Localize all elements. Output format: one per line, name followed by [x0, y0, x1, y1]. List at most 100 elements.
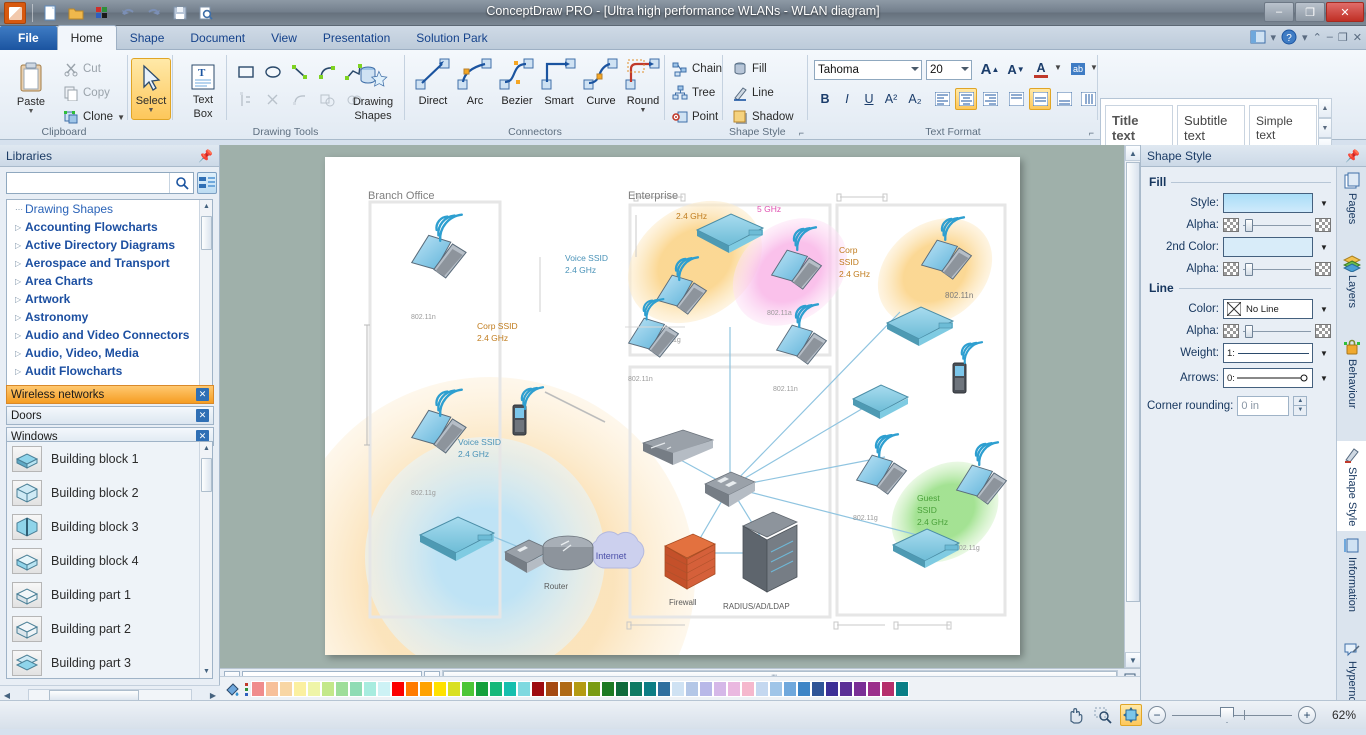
expand-icon[interactable]: ▷ — [15, 295, 25, 304]
print-preview-icon[interactable] — [195, 2, 217, 24]
list-item[interactable]: Building block 1 — [7, 442, 212, 476]
color-swatch[interactable] — [811, 680, 825, 697]
tab-document[interactable]: Document — [177, 26, 258, 50]
color-swatch[interactable] — [433, 680, 447, 697]
help-icon[interactable]: ? — [1281, 29, 1297, 45]
text-format-dialog-launcher[interactable]: ⌐ — [1089, 128, 1094, 138]
color-swatch[interactable] — [251, 680, 265, 697]
search-input[interactable] — [7, 173, 169, 193]
line-weight-field[interactable]: 1: — [1223, 343, 1313, 363]
zoom-slider[interactable] — [1172, 705, 1292, 725]
expand-icon[interactable]: ▷ — [15, 313, 25, 322]
paste-button[interactable]: Paste ▼ — [5, 58, 57, 115]
collapse-ribbon-icon[interactable]: ⌃ — [1313, 31, 1322, 44]
shape-list[interactable]: Building block 1 Building block 2 Buildi… — [6, 441, 213, 679]
align-right-button[interactable] — [979, 88, 1001, 110]
color-swatch[interactable] — [853, 680, 867, 697]
chevron-down-icon[interactable]: ▼ — [1317, 349, 1331, 358]
fit-to-page-button[interactable] — [1120, 704, 1142, 726]
undo-icon[interactable] — [117, 2, 139, 24]
close-icon[interactable]: ✕ — [196, 388, 209, 401]
canvas-vscrollbar[interactable]: ▲ ▼ — [1124, 145, 1140, 668]
color-swatch[interactable] — [601, 680, 615, 697]
bold-button[interactable]: B — [814, 88, 836, 110]
color-swatch[interactable] — [321, 680, 335, 697]
stepper-up-icon[interactable]: ▲ — [1293, 396, 1308, 406]
side-tab-behaviour[interactable]: Behaviour — [1337, 333, 1366, 441]
side-tab-information[interactable]: Information — [1337, 531, 1366, 635]
select-caret-icon[interactable]: ▼ — [148, 107, 155, 114]
color-swatch[interactable] — [741, 680, 755, 697]
color-swatch[interactable] — [573, 680, 587, 697]
color-swatch[interactable] — [531, 680, 545, 697]
connector-direct[interactable]: Direct — [413, 56, 453, 114]
tree-item-audit-flowcharts[interactable]: ▷ Audit Flowcharts — [7, 362, 212, 380]
tree-item-area-charts[interactable]: ▷ Area Charts — [7, 272, 212, 290]
color-swatch[interactable] — [797, 680, 811, 697]
color-swatch[interactable] — [587, 680, 601, 697]
rectangle-tool[interactable] — [234, 60, 258, 84]
tree-item-drawing-shapes[interactable]: ⋯ Drawing Shapes — [7, 200, 212, 218]
search-box[interactable] — [6, 172, 194, 194]
scrollbar-thumb[interactable] — [201, 216, 212, 250]
gallery-scroll-up-icon[interactable]: ▲ — [1318, 98, 1332, 118]
save-icon[interactable] — [169, 2, 191, 24]
arc-tool[interactable] — [315, 60, 339, 84]
color-swatch[interactable] — [265, 680, 279, 697]
libraries-tree[interactable]: ⋯ Drawing Shapes ▷ Accounting Flowcharts ▷… — [6, 199, 213, 399]
zoom-tool-button[interactable] — [1092, 704, 1114, 726]
corner-rounding-field[interactable]: 0 in — [1237, 396, 1290, 416]
split-tool[interactable] — [234, 88, 258, 112]
tree-item-artwork[interactable]: ▷ Artwork — [7, 290, 212, 308]
tree-view-toggle[interactable] — [197, 172, 217, 194]
library-tab-doors[interactable]: Doors ✕ — [6, 406, 214, 425]
scrollbar-thumb[interactable] — [1126, 162, 1140, 602]
color-swatch[interactable] — [279, 680, 293, 697]
color-swatch[interactable] — [559, 680, 573, 697]
slider-handle[interactable] — [1245, 219, 1253, 232]
zoom-in-button[interactable]: + — [1298, 706, 1316, 724]
align-center-button[interactable] — [955, 88, 977, 110]
color-swatch[interactable] — [839, 680, 853, 697]
expand-icon[interactable]: ▷ — [15, 223, 25, 232]
zoom-out-button[interactable]: − — [1148, 706, 1166, 724]
color-swatch[interactable] — [895, 680, 909, 697]
list-item[interactable]: Building block 2 — [7, 476, 212, 510]
list-item[interactable]: Building part 1 — [7, 578, 212, 612]
font-size-select[interactable]: 20 — [926, 60, 972, 80]
doc-close-icon[interactable]: ✕ — [1353, 31, 1362, 44]
highlight-button[interactable]: ab — [1066, 58, 1090, 80]
library-tab-wireless-networks[interactable]: Wireless networks ✕ — [6, 385, 214, 404]
join-tool[interactable] — [288, 88, 312, 112]
tree-item-audio-and-video-connectors[interactable]: ▷ Audio and Video Connectors — [7, 326, 212, 344]
color-swatch[interactable] — [475, 680, 489, 697]
clone-caret-icon[interactable]: ▼ — [117, 113, 125, 122]
line-alpha-slider[interactable] — [1243, 324, 1311, 338]
line-arrows-field[interactable]: 0: — [1223, 368, 1313, 388]
clone-button[interactable]: Clone ▼ — [60, 106, 128, 128]
color-swatch[interactable] — [307, 680, 321, 697]
second-alpha-slider[interactable] — [1243, 262, 1311, 276]
union-tool[interactable] — [315, 88, 339, 112]
connector-curve[interactable]: Curve — [581, 56, 621, 114]
align-top-button[interactable] — [1005, 88, 1027, 110]
slider-handle[interactable] — [1245, 325, 1253, 338]
italic-button[interactable]: I — [836, 88, 858, 110]
side-tab-shape-style[interactable]: Shape Style — [1337, 441, 1366, 531]
color-swatch[interactable] — [489, 680, 503, 697]
side-tab-layers[interactable]: Layers — [1337, 249, 1366, 333]
align-middle-button[interactable] — [1029, 88, 1051, 110]
color-swatch[interactable] — [349, 680, 363, 697]
chevron-down-icon[interactable]: ▼ — [1317, 305, 1331, 314]
help-dropdown-icon[interactable]: ▾ — [1302, 31, 1308, 44]
chain-button[interactable]: Chain — [669, 58, 725, 80]
grow-font-button[interactable]: A ▲ — [978, 58, 1002, 80]
slider-handle[interactable] — [1220, 707, 1234, 723]
text-box-button[interactable]: T Text Box — [177, 58, 229, 120]
fill-alpha-slider[interactable] — [1243, 218, 1311, 232]
expand-icon[interactable]: ▷ — [15, 241, 25, 250]
select-button[interactable]: Select ▼ — [131, 58, 171, 120]
scroll-up-icon[interactable]: ▲ — [200, 200, 212, 213]
shrink-font-button[interactable]: A ▼ — [1004, 58, 1028, 80]
scroll-right-icon[interactable]: ▶ — [206, 691, 220, 700]
